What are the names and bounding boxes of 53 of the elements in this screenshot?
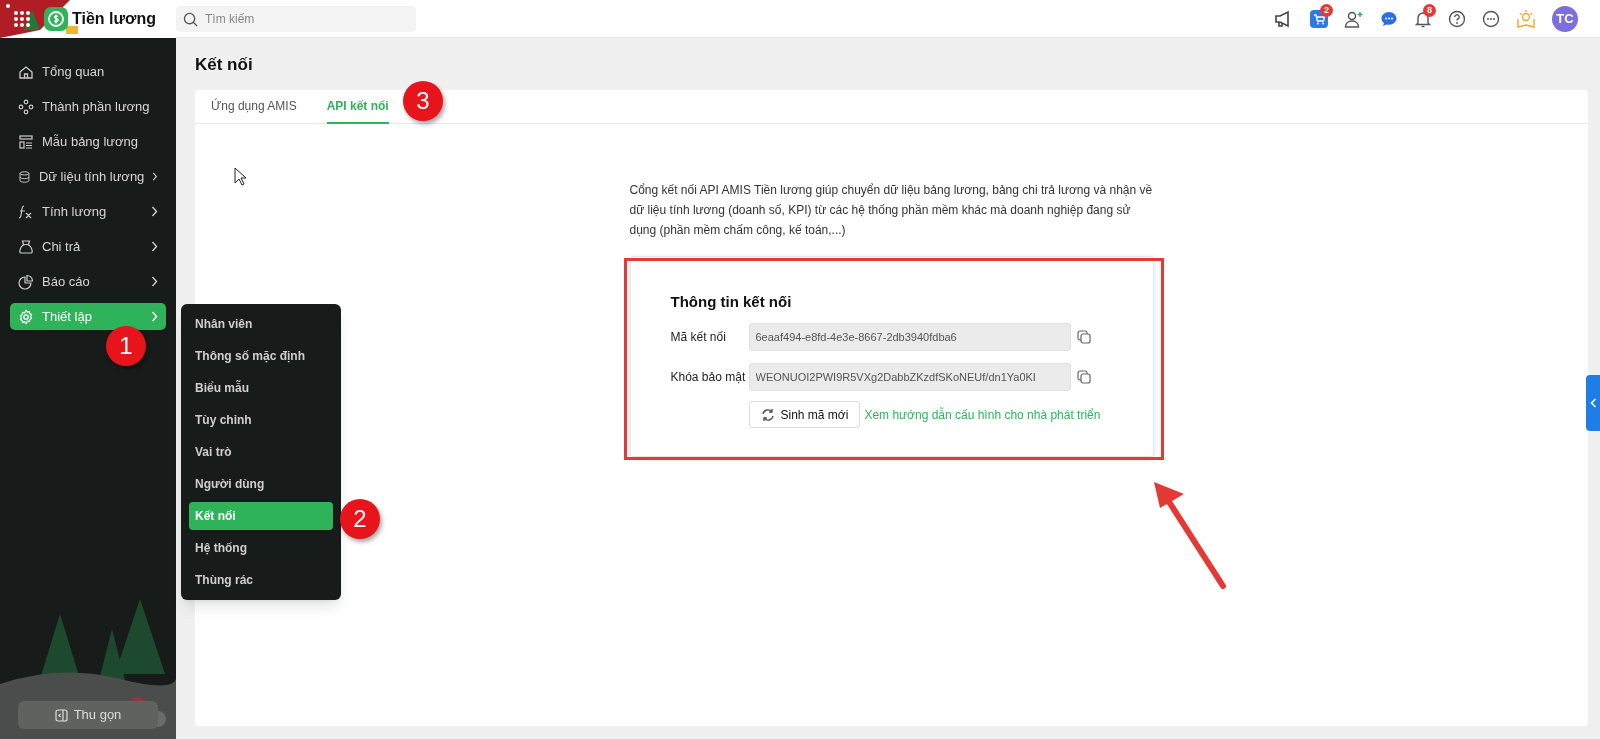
- copy-icon[interactable]: [1076, 370, 1091, 384]
- step-number-badge: 3: [403, 81, 443, 121]
- page-title: Kết nối: [195, 54, 254, 76]
- readonly-field[interactable]: WEONUOI2PWI9R5VXg2DabbZKzdfSKoNEUf/dn1Ya0KI: [748, 363, 1071, 391]
- section-title: Thông tin kết nối: [670, 291, 793, 312]
- side-panel-handle[interactable]: [1586, 375, 1600, 431]
- bell-icon[interactable]: [1414, 9, 1432, 28]
- function-icon: [18, 203, 34, 220]
- readonly-field[interactable]: 6eaaf494-e8fd-4e3e-8667-2db3940fdba6: [748, 323, 1071, 351]
- cursor-icon: [234, 167, 247, 186]
- layout-icon: [18, 133, 34, 150]
- copy-icon[interactable]: [1076, 330, 1091, 344]
- notification-badge: 8: [1423, 3, 1436, 17]
- submenu-item[interactable]: Tùy chỉnh: [189, 406, 333, 434]
- submenu-item[interactable]: Thùng rác: [189, 566, 333, 594]
- add-user-icon[interactable]: [1344, 9, 1364, 28]
- collapse-button[interactable]: Thu gọn: [18, 701, 158, 729]
- description-text: Cổng kết nối API AMIS Tiền lương giúp chuyển dữ liệu bảng lương, bảng chi trả lương và nhận về dữ liệu tính lương (doanh số, KPI) từ các hệ thống phần mềm khác mà doanh nghiệp đang sử dụng (phần mềm chấm công, kế toán,...): [629, 181, 1154, 239]
- database-icon: [18, 168, 31, 185]
- more-icon[interactable]: [1482, 9, 1500, 28]
- submenu-item[interactable]: Người dùng: [189, 470, 333, 498]
- submenu-item[interactable]: Biểu mẫu: [189, 374, 333, 402]
- sidebar-item[interactable]: Mẫu bảng lương: [10, 128, 166, 155]
- submenu-item[interactable]: Nhân viên: [189, 310, 333, 338]
- apps-grid-icon[interactable]: [14, 10, 30, 27]
- user-avatar[interactable]: TC: [1552, 5, 1578, 32]
- money-bag-icon: [18, 238, 34, 255]
- search-icon: [183, 11, 198, 27]
- sidebar-item[interactable]: Tổng quan: [10, 58, 166, 85]
- submenu-item[interactable]: Thông số mặc định: [189, 342, 333, 370]
- regenerate-button[interactable]: Sinh mã mới: [748, 401, 861, 428]
- chat-icon[interactable]: [1380, 9, 1398, 28]
- help-icon[interactable]: [1448, 9, 1466, 28]
- app-title: Tiền lương: [72, 8, 156, 29]
- sidebar-item[interactable]: Báo cáo: [10, 268, 166, 295]
- notification-badge: 2: [1320, 3, 1333, 17]
- sidebar-item[interactable]: Chi trả: [10, 233, 166, 260]
- pie-chart-icon: [18, 273, 34, 290]
- submenu-item[interactable]: Hệ thống: [189, 534, 333, 562]
- nodes-icon: [18, 98, 34, 115]
- chevron-left-icon: [1589, 398, 1597, 408]
- sidebar-item[interactable]: Thành phần lương: [10, 93, 166, 120]
- submenu-item[interactable]: Vai trò: [189, 438, 333, 466]
- sidebar-item[interactable]: Tính lương: [10, 198, 166, 225]
- collapse-icon: [54, 708, 68, 722]
- field-label: Khóa bảo mật: [670, 369, 747, 386]
- field-label: Mã kết nối: [670, 329, 727, 346]
- settings-icon: [18, 308, 34, 325]
- sidebar-item[interactable]: Dữ liệu tính lương: [10, 163, 166, 190]
- search-field[interactable]: Tìm kiếm: [176, 5, 416, 32]
- refresh-icon: [760, 407, 775, 422]
- cart-icon[interactable]: [1310, 9, 1328, 28]
- tab[interactable]: Ứng dụng AMIS: [211, 89, 297, 124]
